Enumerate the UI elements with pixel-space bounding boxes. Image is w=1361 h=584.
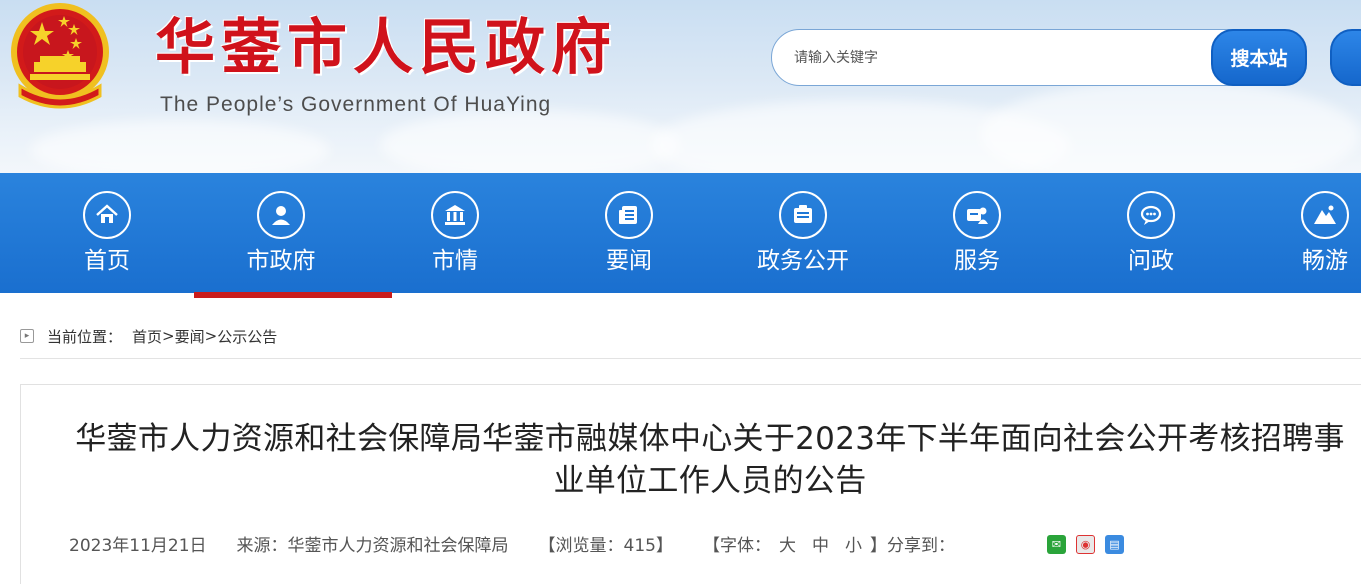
site-header: 华蓥市人民政府 The People’s Government Of HuaYi… [0,0,1361,173]
nav-active-indicator [194,292,392,298]
nav-item-home[interactable]: 首页 [20,173,194,293]
qzone-icon[interactable]: ▤ [1105,535,1124,554]
article-title: 华蓥市人力资源和社会保障局华蓥市融媒体中心关于2023年下半年面向社会公开考核招… [75,421,1345,499]
nav-item-news[interactable]: 要闻 [542,173,716,293]
nav-label: 服务 [954,248,1000,274]
article-meta: 2023年11月21日 来源：华蓥市人力资源和社会保障局 【浏览量：415】 【… [69,530,955,556]
document-icon [779,191,827,239]
breadcrumb-separator: > [204,327,218,345]
nav-item-gov-affairs[interactable]: 政务公开 [716,173,890,293]
home-icon [83,191,131,239]
search-all-button[interactable] [1330,29,1361,86]
location-icon: ▸ [20,329,34,343]
nav-item-city-info[interactable]: 市情 [368,173,542,293]
divider [20,358,1361,359]
weibo-icon[interactable]: ◉ [1076,535,1095,554]
publish-date: 2023年11月21日 [69,535,207,556]
breadcrumb-label: 当前位置： [47,327,123,346]
nav-label: 问政 [1128,248,1174,274]
nav-label: 首页 [84,248,130,274]
main-nav: 首页 市政府 市情 要闻 政务公开 服务 问政 畅游 [0,173,1361,293]
font-size-prefix: 【字体： [702,535,771,556]
nav-label: 市政府 [246,248,316,274]
breadcrumb-notice-link[interactable]: 公示公告 [217,326,277,347]
breadcrumb-home-link[interactable]: 首页 [132,326,162,347]
site-subtitle: The People’s Government Of HuaYing [160,93,552,116]
national-emblem-icon [11,3,109,109]
font-size-suffix: 】 [869,535,887,556]
search-input[interactable] [794,46,1194,70]
nav-label: 市情 [432,248,478,274]
service-icon [953,191,1001,239]
news-icon [605,191,653,239]
share-icons: ✉ ◉ ▤ [1047,535,1134,554]
nav-label: 政务公开 [757,248,849,274]
nav-item-inquiry[interactable]: 问政 [1064,173,1238,293]
nav-item-tourism[interactable]: 畅游 [1238,173,1361,293]
article-source: 来源：华蓥市人力资源和社会保障局 [236,535,509,556]
wechat-icon[interactable]: ✉ [1047,535,1066,554]
nav-item-services[interactable]: 服务 [890,173,1064,293]
nav-label: 畅游 [1302,248,1348,274]
view-count: 【浏览量：415】 [538,535,673,556]
search-site-button[interactable]: 搜本站 [1211,29,1307,86]
mountain-icon [1301,191,1349,239]
building-icon [431,191,479,239]
font-large-button[interactable]: 大 [779,531,796,556]
chat-icon [1127,191,1175,239]
site-title: 华蓥市人民政府 [155,13,617,83]
share-label: 分享到： [886,535,955,556]
nav-item-government[interactable]: 市政府 [194,173,368,293]
breadcrumb: ▸ 当前位置： 首页 > 要闻 > 公示公告 [20,323,277,349]
nav-label: 要闻 [606,248,652,274]
breadcrumb-news-link[interactable]: 要闻 [175,326,205,347]
font-medium-button[interactable]: 中 [812,531,829,556]
person-icon [257,191,305,239]
font-small-button[interactable]: 小 [845,531,862,556]
breadcrumb-separator: > [162,327,175,345]
